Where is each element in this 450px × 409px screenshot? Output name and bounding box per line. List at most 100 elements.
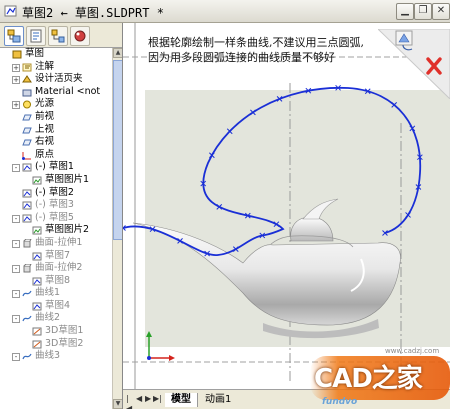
expand-icon[interactable]: + bbox=[12, 76, 20, 85]
tree-item[interactable]: (-) 草图3 bbox=[0, 199, 112, 212]
last-tab-icon[interactable]: ▶| bbox=[153, 394, 162, 404]
tree-item-label: (-) 草图3 bbox=[35, 199, 74, 211]
tree-item[interactable]: - 曲面-拉伸2 bbox=[0, 262, 112, 275]
tree-item-label: Material <not bbox=[35, 85, 101, 97]
tree-scrollbar[interactable]: ▲ ▼ bbox=[112, 48, 122, 409]
tree-item[interactable]: Material <not bbox=[0, 86, 112, 99]
tree-item[interactable]: 3D草图2 bbox=[0, 338, 112, 351]
title-bar[interactable]: 草图2 ← 草图.SLDPRT * ▁ ❐ ✕ bbox=[0, 0, 450, 23]
property-manager-icon bbox=[30, 29, 42, 43]
tree-item[interactable]: - 曲线2 bbox=[0, 312, 112, 325]
watermark-site: www.cadzj.com bbox=[385, 347, 440, 355]
tree-item[interactable]: 草图图片2 bbox=[0, 224, 112, 237]
prev-tab-icon[interactable]: ◀ bbox=[136, 394, 144, 404]
tree-item-label: (-) 草图2 bbox=[35, 186, 74, 198]
window-title: 草图2 ← 草图.SLDPRT * bbox=[22, 6, 164, 20]
tree-item-label: 草图7 bbox=[45, 249, 71, 261]
scroll-up-icon[interactable]: ▲ bbox=[113, 48, 122, 58]
collapse-icon[interactable]: - bbox=[12, 164, 20, 173]
tree-item[interactable]: 前视 bbox=[0, 111, 112, 124]
collapse-icon[interactable]: - bbox=[12, 315, 20, 324]
restore-button[interactable]: ❐ bbox=[414, 3, 432, 20]
tree-item-label: 曲面-拉伸2 bbox=[35, 262, 83, 274]
expand-icon[interactable]: + bbox=[12, 63, 20, 72]
first-tab-icon[interactable]: |◀ bbox=[126, 394, 134, 409]
tree-item[interactable]: - 曲面-拉伸1 bbox=[0, 237, 112, 250]
minimize-icon: ▁ bbox=[401, 5, 409, 16]
tree-item-label: 曲线1 bbox=[35, 287, 61, 299]
collapse-icon[interactable]: - bbox=[12, 290, 20, 299]
tree-item[interactable]: + 注解 bbox=[0, 61, 112, 74]
tree-item-label: 草图8 bbox=[45, 274, 71, 286]
display-manager-icon bbox=[74, 30, 86, 42]
material-icon bbox=[22, 89, 32, 97]
tab-motion[interactable]: 动画1 bbox=[201, 393, 235, 407]
feature-manager-icon bbox=[7, 29, 21, 43]
watermark-brand: CAD之家 bbox=[314, 364, 423, 394]
tree-item-label: 曲面-拉伸1 bbox=[35, 236, 83, 248]
tree-item[interactable]: + 光源 bbox=[0, 98, 112, 111]
tree-item[interactable]: 草图7 bbox=[0, 250, 112, 263]
tree-item-label: 光源 bbox=[35, 98, 55, 110]
curve-icon bbox=[22, 316, 32, 322]
close-icon: ✕ bbox=[436, 5, 446, 16]
tree-item[interactable]: 上视 bbox=[0, 124, 112, 137]
expand-icon[interactable]: + bbox=[12, 101, 20, 110]
part-icon bbox=[12, 50, 22, 59]
watermark-logo: fundvo bbox=[322, 397, 358, 407]
tree-item[interactable]: - 曲线3 bbox=[0, 350, 112, 363]
scroll-thumb[interactable] bbox=[113, 60, 122, 240]
tree-item[interactable]: 右视 bbox=[0, 136, 112, 149]
tree-item[interactable]: 3D草图1 bbox=[0, 325, 112, 338]
tree-item[interactable]: 草图图片1 bbox=[0, 174, 112, 187]
collapse-icon[interactable]: - bbox=[12, 353, 20, 362]
tree-item[interactable]: - 曲线1 bbox=[0, 287, 112, 300]
tree-item-label: 上视 bbox=[35, 123, 55, 135]
sketch-icon bbox=[22, 189, 32, 198]
tree-item[interactable]: - (-) 草图1 bbox=[0, 161, 112, 174]
curve-icon bbox=[22, 290, 32, 297]
tree-item-label: 曲线3 bbox=[35, 350, 61, 362]
tree-item-label: 原点 bbox=[35, 148, 55, 160]
tab-display-manager[interactable] bbox=[70, 26, 90, 46]
solidworks-window: 草图2 ← 草图.SLDPRT * ▁ ❐ ✕ 草图 + 注解 + 设计活页夹 Mater… bbox=[0, 0, 450, 409]
sketch-icon bbox=[32, 277, 42, 286]
tree-item-label: 3D草图1 bbox=[45, 325, 84, 337]
extrude-icon bbox=[23, 264, 32, 273]
picture-icon bbox=[32, 226, 42, 235]
instruction-note: 根据轮廓绘制一样条曲线,不建议用三点圆弧,因为用多段圆弧连接的曲线质量不够好 bbox=[148, 36, 364, 64]
tree-item[interactable]: - (-) 草图5 bbox=[0, 212, 112, 225]
next-tab-icon[interactable]: ▶ bbox=[145, 394, 153, 404]
curve-icon bbox=[22, 353, 32, 360]
sketch3d-icon bbox=[32, 327, 42, 336]
tree-item-label: 草图4 bbox=[45, 299, 71, 311]
tab-feature-manager[interactable] bbox=[4, 26, 24, 46]
tree-item-label: 曲线2 bbox=[35, 312, 61, 324]
tree-item[interactable]: 草图 bbox=[0, 48, 112, 61]
tree-item[interactable]: + 设计活页夹 bbox=[0, 73, 112, 86]
sketch-icon bbox=[32, 252, 42, 260]
tab-property-manager[interactable] bbox=[26, 26, 46, 46]
confirmation-corner bbox=[378, 29, 450, 99]
plane-icon bbox=[22, 139, 32, 146]
plane-icon bbox=[22, 127, 32, 134]
tree-item[interactable]: 草图4 bbox=[0, 300, 112, 313]
tree-item[interactable]: (-) 草图2 bbox=[0, 187, 112, 200]
scroll-down-icon[interactable]: ▼ bbox=[113, 399, 122, 409]
tree-item[interactable]: 草图8 bbox=[0, 275, 112, 288]
sketch-icon bbox=[22, 214, 32, 223]
tree-item-label: (-) 草图1 bbox=[35, 161, 74, 173]
collapse-icon[interactable]: - bbox=[12, 239, 20, 248]
close-button[interactable]: ✕ bbox=[432, 3, 450, 20]
collapse-icon[interactable]: - bbox=[12, 265, 20, 274]
sketch3d-icon bbox=[32, 340, 42, 349]
minimize-button[interactable]: ▁ bbox=[396, 3, 414, 20]
tab-model[interactable]: 模型 bbox=[165, 393, 198, 407]
tree-item-label: 右视 bbox=[35, 136, 55, 148]
collapse-icon[interactable]: - bbox=[12, 214, 20, 223]
annotation-icon bbox=[22, 63, 32, 72]
tree-item-label: 前视 bbox=[35, 110, 55, 122]
tree-item[interactable]: 原点 bbox=[0, 149, 112, 162]
manager-tabs bbox=[0, 23, 122, 48]
tab-configuration-manager[interactable] bbox=[48, 26, 68, 46]
